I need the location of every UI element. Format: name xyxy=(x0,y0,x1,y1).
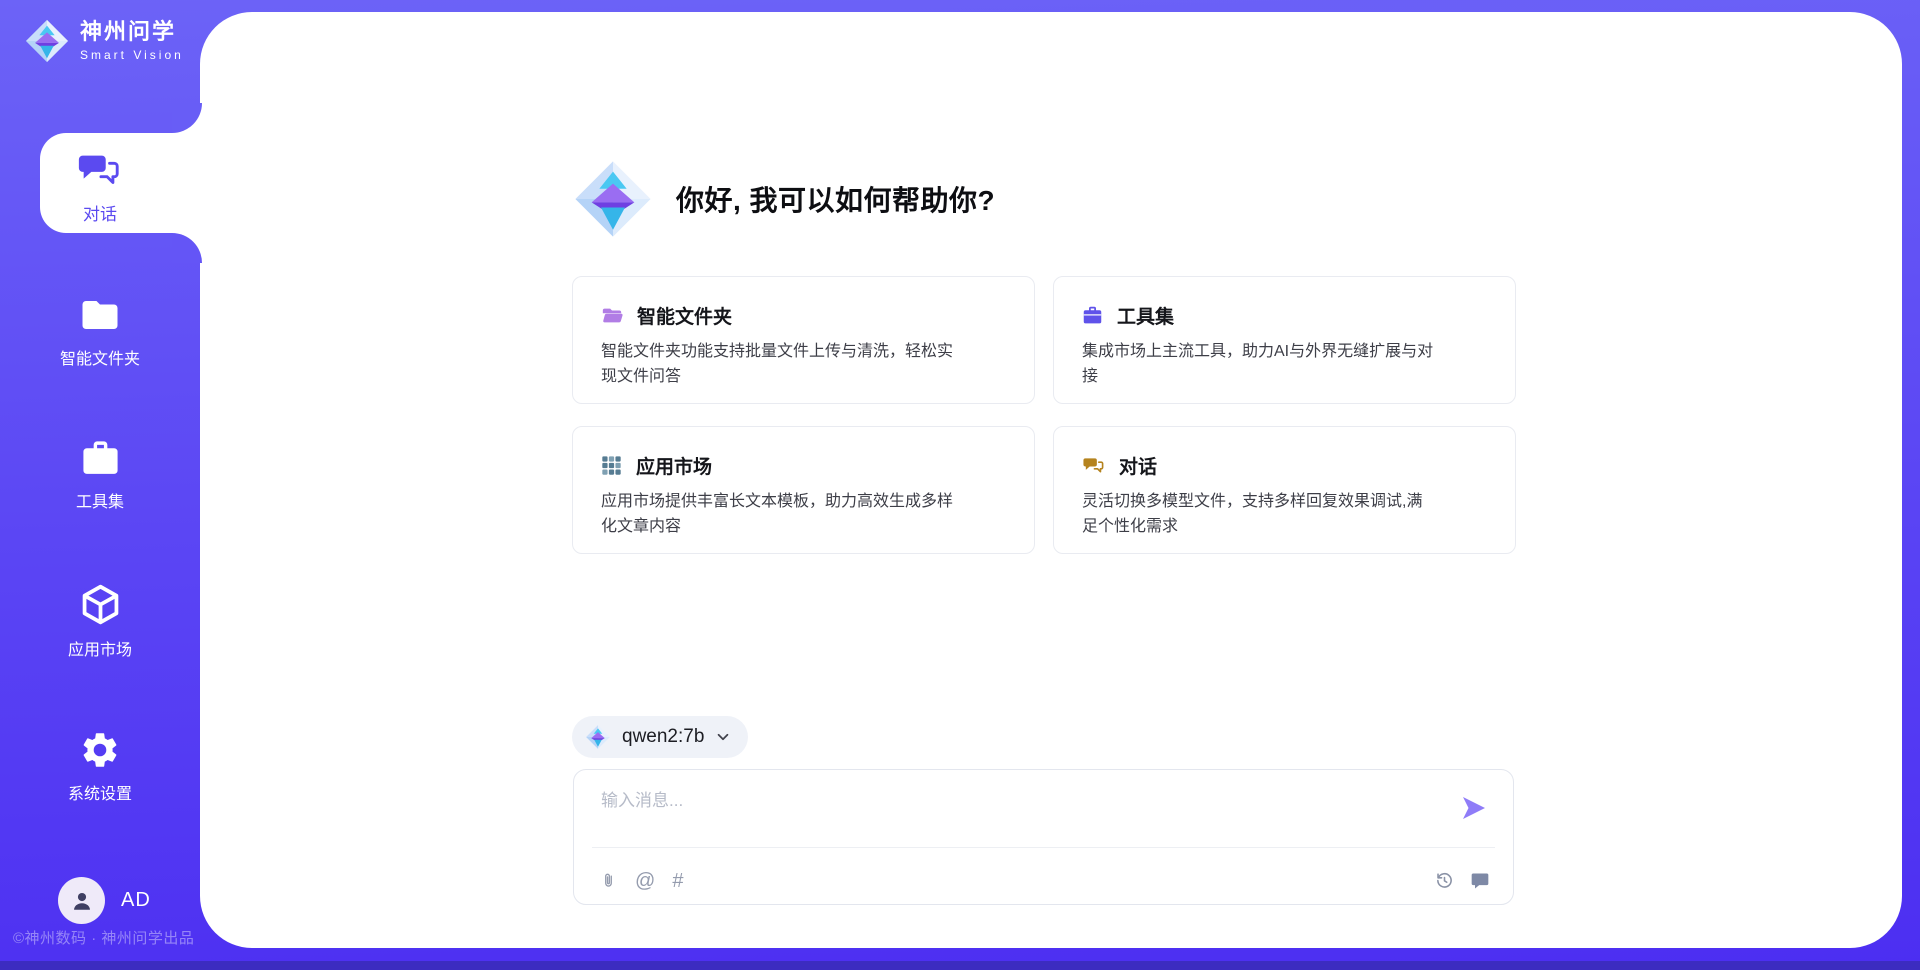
sidebar-item-toolset[interactable]: 工具集 xyxy=(0,438,200,512)
card-title: 应用市场 xyxy=(636,452,712,479)
briefcase-icon xyxy=(80,438,121,479)
mention-icon[interactable]: @ xyxy=(635,871,655,891)
composer-divider xyxy=(592,847,1495,848)
sidebar-item-app-market[interactable]: 应用市场 xyxy=(0,582,200,660)
person-icon xyxy=(68,887,96,915)
card-description: 应用市场提供丰富长文本模板，助力高效生成多样化文章内容 xyxy=(601,490,953,540)
brand-name: 神州问学 xyxy=(80,20,184,44)
card-title: 对话 xyxy=(1119,452,1157,479)
copyright: ©神州数码 · 神州问学出品 xyxy=(13,927,194,948)
hash-icon[interactable]: # xyxy=(672,871,683,891)
sidebar-item-settings[interactable]: 系统设置 xyxy=(0,729,200,804)
brand: 神州问学 Smart Vision xyxy=(24,18,184,64)
card-description: 智能文件夹功能支持批量文件上传与清洗，轻松实现文件问答 xyxy=(601,340,953,390)
card-title: 智能文件夹 xyxy=(637,302,732,329)
sidebar-item-settings-label: 系统设置 xyxy=(0,780,200,804)
card-description: 灵活切换多模型文件，支持多样回复效果调试,满足个性化需求 xyxy=(1082,490,1434,540)
folder-open-icon xyxy=(601,305,623,327)
model-logo-icon xyxy=(585,724,611,750)
window-bottom-strip xyxy=(0,961,1920,970)
sidebar-item-app-market-label: 应用市场 xyxy=(0,636,200,660)
message-composer[interactable]: 输入消息... @ # xyxy=(573,769,1514,905)
grid-icon xyxy=(601,455,622,476)
composer-tools-left: @ # xyxy=(599,870,683,891)
welcome-header: 你好, 我可以如何帮助你? xyxy=(572,158,995,240)
brand-subtitle: Smart Vision xyxy=(80,48,184,62)
chevron-down-icon xyxy=(715,729,731,745)
gear-icon xyxy=(79,729,121,771)
paperclip-icon[interactable] xyxy=(599,870,618,891)
send-icon[interactable] xyxy=(1460,795,1488,821)
chat-template-icon[interactable] xyxy=(1470,871,1490,891)
card-chat[interactable]: 对话 灵活切换多模型文件，支持多样回复效果调试,满足个性化需求 xyxy=(1053,426,1516,554)
brand-logo-icon xyxy=(24,18,70,64)
card-app-market[interactable]: 应用市场 应用市场提供丰富长文本模板，助力高效生成多样化文章内容 xyxy=(572,426,1035,554)
user-profile[interactable]: AD xyxy=(58,877,151,924)
composer-tools-right xyxy=(1434,870,1490,891)
card-description: 集成市场上主流工具，助力AI与外界无缝扩展与对接 xyxy=(1082,340,1434,390)
sidebar-item-chat-label[interactable]: 对话 xyxy=(40,200,160,225)
sidebar-item-smart-folder[interactable]: 智能文件夹 xyxy=(0,294,200,369)
avatar xyxy=(58,877,105,924)
chat-icon xyxy=(1082,454,1105,477)
app-logo-icon xyxy=(572,158,654,240)
briefcase-icon xyxy=(1082,305,1103,326)
chat-icon xyxy=(76,147,122,193)
card-title: 工具集 xyxy=(1117,302,1174,329)
sidebar-item-toolset-label: 工具集 xyxy=(0,488,200,512)
model-name: qwen2:7b xyxy=(622,726,704,748)
feature-cards: 智能文件夹 智能文件夹功能支持批量文件上传与清洗，轻松实现文件问答 工具集 集成… xyxy=(572,276,1516,554)
sidebar-item-smart-folder-label: 智能文件夹 xyxy=(0,345,200,369)
folder-icon xyxy=(79,294,121,336)
user-initials: AD xyxy=(121,889,151,912)
model-selector[interactable]: qwen2:7b xyxy=(572,716,748,758)
card-toolset[interactable]: 工具集 集成市场上主流工具，助力AI与外界无缝扩展与对接 xyxy=(1053,276,1516,404)
cube-icon xyxy=(78,582,123,627)
history-icon[interactable] xyxy=(1434,870,1455,891)
greeting-text: 你好, 我可以如何帮助你? xyxy=(676,179,995,219)
message-input[interactable]: 输入消息... xyxy=(601,786,683,811)
card-smart-folder[interactable]: 智能文件夹 智能文件夹功能支持批量文件上传与清洗，轻松实现文件问答 xyxy=(572,276,1035,404)
